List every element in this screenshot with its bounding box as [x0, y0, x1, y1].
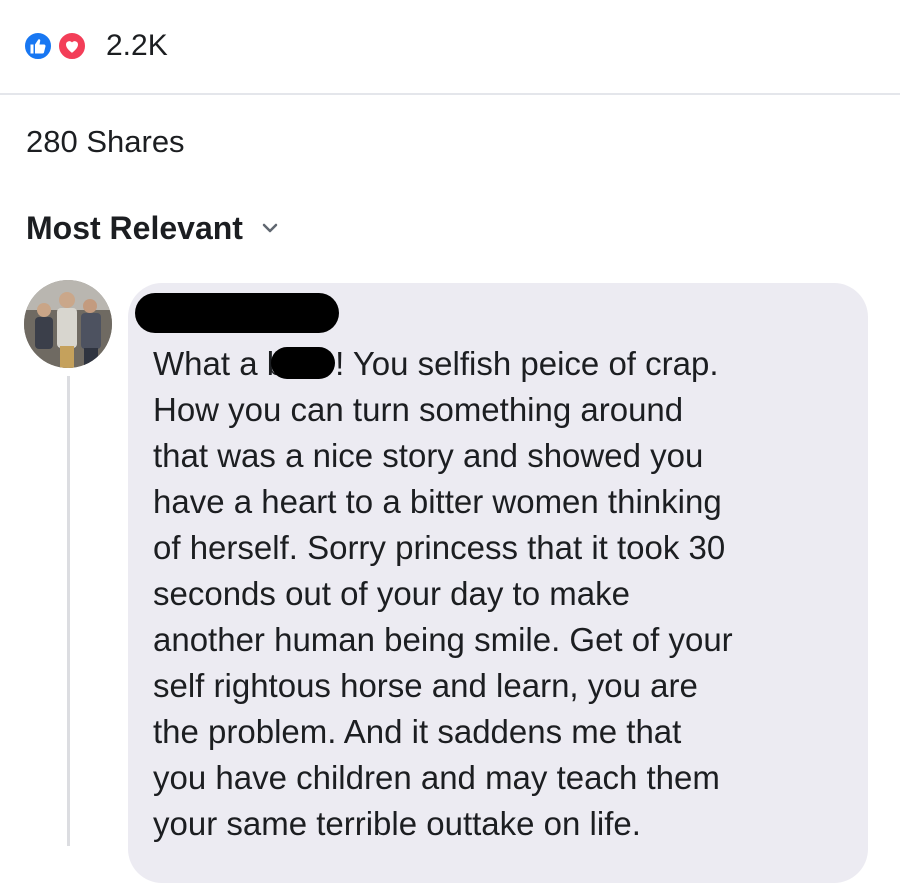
- comment-line: another human being smile. Get of your: [153, 621, 733, 658]
- comment-line: seconds out of your day to make: [153, 575, 630, 612]
- comment-line: you have children and may teach them: [153, 759, 720, 796]
- comment-line: How you can turn something around: [153, 391, 684, 428]
- divider: [0, 93, 900, 95]
- thread-line: [67, 376, 70, 846]
- like-icon: [22, 30, 54, 62]
- redacted-word: [271, 347, 336, 379]
- redacted-author-name: [135, 293, 339, 333]
- comment-text-segment: ! You selfish peice of crap.: [335, 345, 719, 382]
- comment-line: have a heart to a bitter women thinking: [153, 483, 722, 520]
- comment-line: your same terrible outtake on life.: [153, 805, 641, 842]
- love-icon: [56, 30, 88, 62]
- comment-line: the problem. And it saddens me that: [153, 713, 682, 750]
- reaction-count[interactable]: 2.2K: [106, 26, 168, 66]
- reactions-summary[interactable]: 2.2K: [22, 26, 168, 66]
- avatar[interactable]: [24, 280, 112, 368]
- comment-body: What a b ! You selfish peice of crap. How…: [153, 341, 733, 847]
- comment-sort-dropdown[interactable]: Most Relevant: [26, 208, 279, 248]
- comment-line: What a b ! You selfish peice of crap.: [153, 341, 733, 387]
- reaction-icons: [22, 26, 96, 66]
- comment-text-segment: What a b: [153, 345, 286, 382]
- comment-line: self rightous horse and learn, you are: [153, 667, 698, 704]
- shares-count[interactable]: 280 Shares: [26, 122, 185, 162]
- comment-sort-label: Most Relevant: [26, 210, 243, 246]
- comment-line: of herself. Sorry princess that it took …: [153, 529, 726, 566]
- chevron-down-icon: [261, 222, 279, 234]
- comment-line: that was a nice story and showed you: [153, 437, 704, 474]
